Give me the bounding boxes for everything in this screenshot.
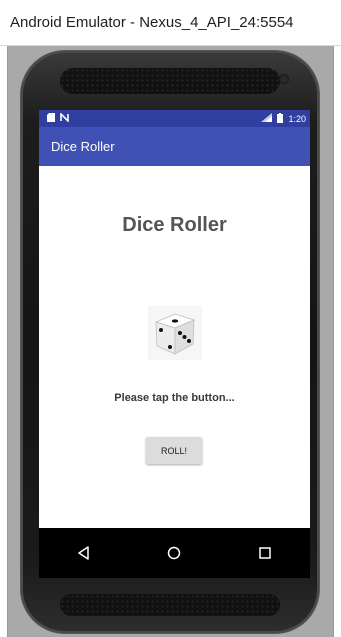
roll-button[interactable]: ROLL! (146, 437, 202, 464)
status-time: 1:20 (288, 113, 306, 124)
app-bar: Dice Roller (39, 127, 310, 166)
back-icon[interactable] (64, 533, 104, 573)
sd-card-icon (47, 113, 55, 124)
signal-icon (261, 113, 273, 124)
status-message: Please tap the button... (114, 392, 235, 404)
home-icon[interactable] (154, 533, 194, 573)
emulator-window-title: Android Emulator - Nexus_4_API_24:5554 (10, 14, 294, 31)
bottom-speaker-grille (60, 594, 280, 616)
page-title: Dice Roller (122, 214, 227, 236)
notification-n-icon (60, 112, 69, 124)
emulator-title-bar[interactable]: Android Emulator - Nexus_4_API_24:5554 (0, 0, 341, 46)
recents-icon[interactable] (245, 533, 285, 573)
dice-icon (148, 306, 202, 360)
front-camera (279, 74, 289, 84)
app-bar-title: Dice Roller (51, 139, 115, 154)
top-speaker-grille (60, 68, 280, 94)
status-bar: 1:20 (39, 110, 310, 127)
phone-screen: 1:20 Dice Roller Dice Roller Please tap … (39, 110, 310, 578)
battery-icon (277, 112, 284, 125)
navigation-bar (39, 528, 310, 578)
